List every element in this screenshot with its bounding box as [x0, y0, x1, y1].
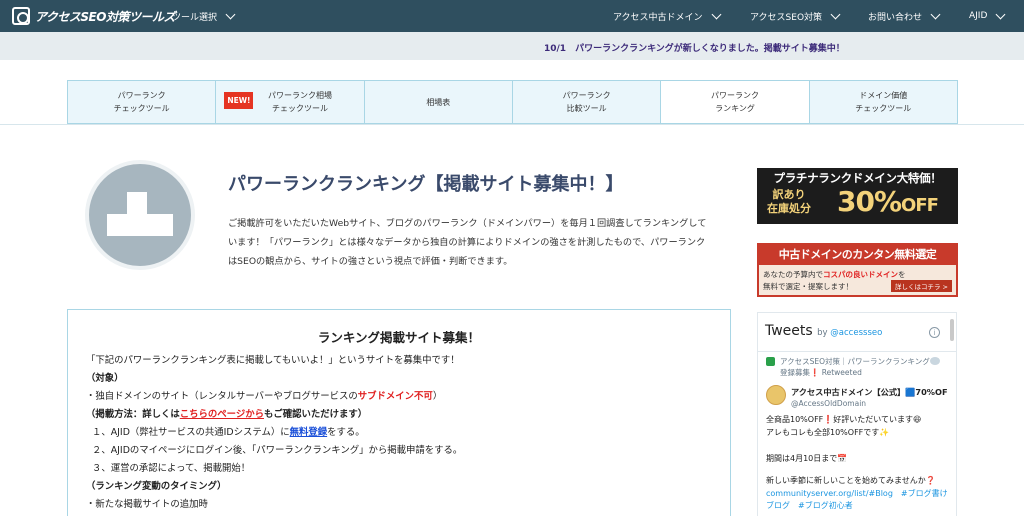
details-page-link[interactable]: こちらのページから [180, 409, 264, 420]
twitter-bird-icon[interactable] [930, 357, 940, 365]
banner-headline: プラチナランクドメイン大特価！ [773, 171, 942, 185]
recruit-step-2: ２、AJIDのマイページにログイン後、「パワーランクランキング」から掲載申請をす… [92, 445, 463, 456]
tweets-handle-link[interactable]: @accessseo [830, 328, 882, 338]
tweet-hashtags[interactable]: ブログ #ブログ初心者 [766, 500, 853, 511]
banner-text-end: を [898, 270, 906, 279]
banner-headline: 中古ドメインのカンタン無料選定 [759, 245, 956, 265]
recruit-timing-heading: （ランキング変動のタイミング） [86, 481, 227, 492]
chevron-down-icon [930, 9, 941, 19]
tab-market-table[interactable]: 相場表 [365, 81, 513, 123]
step-text: １、AJID（弊社サービスの共通IDシステム）に [92, 427, 290, 438]
nav-item-label: お問い合わせ [868, 12, 923, 23]
tab-powerrank-ranking[interactable]: パワーランク ランキング [661, 81, 810, 123]
discount-off: OFF [901, 195, 939, 216]
nav-item-label: アクセス中古ドメイン [613, 12, 703, 23]
tweets-heading: Tweets by @accessseo [765, 323, 882, 339]
twitter-timeline: Tweets by @accessseo i アクセスSEO対策｜パワーランクラ… [757, 312, 957, 516]
tweet-text-line: 全商品10%OFF❗好評いただいています😆 [766, 415, 922, 424]
recruit-step-1: １、AJID（弊社サービスの共通IDシステム）に無料登録をする。 [92, 424, 365, 438]
tab-label: パワーランク チェックツール [113, 91, 170, 113]
tweet-text-line: 期間は4月10日まで📅 [766, 454, 848, 463]
notice-bar: 10/1 パワーランクランキングが新しくなりました。掲載サイト募集中！ [0, 32, 1024, 60]
tab-label: ドメイン価値 チェックツール [855, 91, 912, 113]
tab-powerrank-compare[interactable]: パワーランク 比較ツール [513, 81, 662, 123]
discount-percent: 30% [837, 185, 902, 218]
nav-tool-select[interactable]: ツール選択 [172, 0, 236, 32]
tool-tabs: パワーランク チェックツール NEW! パワーランク相場 チェックツール 相場表… [67, 80, 958, 124]
recruit-target: ・独自ドメインのサイト（レンタルサーバーやブログサービスのサブドメイン不可） [86, 388, 442, 402]
site-logo[interactable]: アクセスSEO対策ツールズ [12, 6, 175, 26]
banner-details-button[interactable]: 詳しくはコチラ > [890, 280, 952, 292]
tweet-author-name[interactable]: アクセス中古ドメイン【公式】🟦70%OF [791, 386, 948, 398]
banner-subtext: 訳あり 在庫処分 [767, 188, 811, 215]
intro-text: ご掲載許可をいただいたWebサイト、ブログのパワーランク（ドメインパワー）を毎月… [228, 218, 707, 267]
notice-link[interactable]: 10/1 パワーランクランキングが新しくなりました。掲載サイト募集中！ [544, 41, 845, 54]
nav-item-old-domain[interactable]: アクセス中古ドメイン [613, 0, 722, 32]
recruit-line: 「下記のパワーランクランキング表に掲載してもいいよ！」というサイトを募集中です！ [86, 355, 460, 366]
nav-item-seo[interactable]: アクセスSEO対策 [750, 0, 841, 32]
info-icon[interactable]: i [929, 327, 940, 338]
divider [0, 124, 1024, 125]
banner-line-1: あなたの予算内でコスパの良いドメインを [763, 269, 906, 280]
nav-item-label: アクセスSEO対策 [750, 12, 823, 23]
tab-label: パワーランク ランキング [710, 91, 759, 113]
tweets-by: by @accessseo [817, 328, 882, 338]
scrollbar[interactable] [950, 319, 954, 341]
tweets-by-word: by [817, 328, 828, 338]
retweet-icon [766, 357, 775, 366]
nav-item-ajid[interactable]: AJID [969, 0, 1006, 32]
banner-text: あなたの予算内で [763, 270, 823, 279]
chevron-down-icon [225, 9, 236, 19]
recruit-method: （掲載方法：詳しくはこちらのページからもご確認いただけます） [86, 406, 367, 420]
domain-selection-banner[interactable]: 中古ドメインのカンタン無料選定 あなたの予算内でコスパの良いドメインを 無料で選… [757, 243, 958, 297]
chevron-down-icon [711, 9, 722, 19]
divider [758, 351, 956, 352]
tweet-link[interactable]: communityserver.org/list/#Blog #ブログ書け # [766, 488, 956, 499]
nav-tool-select-label: ツール選択 [172, 12, 218, 23]
top-navbar: アクセスSEO対策ツールズ ツール選択 アクセス中古ドメイン アクセスSEO対策… [0, 0, 1024, 32]
retweet-note: アクセスSEO対策｜パワーランクランキング登録募集❗ Retweeted [780, 357, 930, 377]
logo-text: アクセスSEO対策ツールズ [35, 9, 175, 24]
method-text-end: もご確認いただけます） [263, 409, 368, 420]
tab-label: パワーランク相場 チェックツール [267, 91, 332, 113]
recruit-timing-1: ・新たな掲載サイトの追加時 [86, 499, 208, 510]
podium-base [107, 214, 173, 236]
target-text-end: ） [432, 391, 443, 402]
banner-discount: 30%OFF [837, 185, 939, 218]
recruit-step-3: ３、運営の承認によって、掲載開始！ [92, 463, 251, 474]
chevron-down-icon [830, 9, 841, 19]
tweet-text-line: 新しい季節に新しいことを始めてみませんか❓ [766, 476, 936, 485]
tab-label: パワーランク 比較ツール [562, 91, 611, 113]
tab-domain-value-check[interactable]: ドメイン価値 チェックツール [810, 81, 957, 123]
logo-icon [12, 7, 30, 25]
tab-powerrank-market-check[interactable]: NEW! パワーランク相場 チェックツール [216, 81, 365, 123]
tweet-author-handle[interactable]: @AccessOldDomain [791, 399, 866, 408]
banner-highlight: コスパの良いドメイン [823, 270, 898, 279]
platinum-domain-banner[interactable]: プラチナランクドメイン大特価！ 訳あり 在庫処分 30%OFF [757, 168, 958, 224]
tab-powerrank-check[interactable]: パワーランク チェックツール [68, 81, 217, 123]
chevron-down-icon [995, 9, 1006, 19]
recruit-box: ランキング掲載サイト募集！ 「下記のパワーランクランキング表に掲載してもいいよ！… [67, 309, 731, 516]
tab-label: 相場表 [426, 97, 451, 107]
nav-item-label: AJID [969, 11, 988, 21]
recruit-target-heading: （対象） [86, 373, 124, 384]
method-text: （掲載方法：詳しくは [86, 409, 180, 420]
target-warning: サブドメイン不可 [357, 391, 433, 402]
free-register-link[interactable]: 無料登録 [290, 427, 328, 438]
avatar[interactable] [766, 385, 786, 405]
nav-item-contact[interactable]: お問い合わせ [868, 0, 941, 32]
tweet-text-line: アレもコレも全部10%OFFです✨ [766, 428, 890, 437]
recruit-title: ランキング掲載サイト募集！ [317, 330, 481, 345]
step-text-end: をする。 [327, 427, 365, 438]
target-text: ・独自ドメインのサイト（レンタルサーバーやブログサービスの [86, 391, 358, 402]
new-badge: NEW! [224, 92, 254, 109]
ranking-podium-icon [85, 160, 195, 270]
tweets-title: Tweets [765, 323, 813, 339]
banner-line-2: 無料で選定・提案します！ [763, 282, 853, 291]
page-title: パワーランクランキング【掲載サイト募集中！】 [228, 174, 624, 195]
